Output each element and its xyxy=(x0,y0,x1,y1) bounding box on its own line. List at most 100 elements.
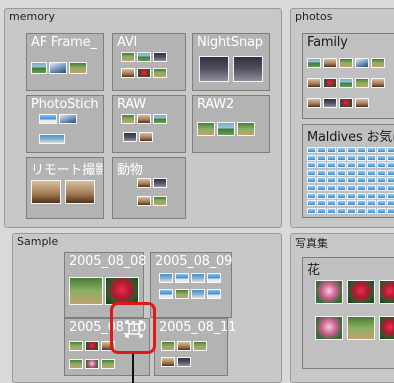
thumbnail[interactable] xyxy=(339,58,353,68)
thumbnail[interactable] xyxy=(191,289,205,299)
folder-nightsnap[interactable]: NightSnap xyxy=(192,33,270,91)
thumbnail[interactable] xyxy=(191,273,205,283)
thumbnail[interactable] xyxy=(387,154,394,161)
thumbnail[interactable] xyxy=(59,114,77,124)
thumbnail[interactable] xyxy=(307,200,316,207)
thumbnail[interactable] xyxy=(317,192,326,199)
thumbnail[interactable] xyxy=(307,78,321,88)
thumbnail[interactable] xyxy=(377,177,386,184)
thumbnail[interactable] xyxy=(177,341,191,351)
thumbnail[interactable] xyxy=(367,200,376,207)
thumbnail[interactable] xyxy=(307,169,316,176)
thumbnail[interactable] xyxy=(347,192,356,199)
thumbnail[interactable] xyxy=(193,341,207,351)
thumbnail[interactable] xyxy=(357,200,366,207)
thumbnail[interactable] xyxy=(39,134,65,144)
thumbnail[interactable] xyxy=(367,207,376,214)
thumbnail[interactable] xyxy=(337,207,346,214)
thumbnail[interactable] xyxy=(337,147,346,153)
thumbnail[interactable] xyxy=(323,58,337,68)
thumbnail[interactable] xyxy=(379,316,394,340)
thumbnail[interactable] xyxy=(137,196,151,206)
thumbnail[interactable] xyxy=(69,341,83,351)
thumbnail[interactable] xyxy=(327,147,336,153)
thumbnail[interactable] xyxy=(337,200,346,207)
thumbnail[interactable] xyxy=(355,98,369,108)
thumbnail[interactable] xyxy=(347,169,356,176)
thumbnail[interactable] xyxy=(317,162,326,169)
thumbnail[interactable] xyxy=(387,169,394,176)
thumbnail[interactable] xyxy=(387,162,394,169)
thumbnail[interactable] xyxy=(367,192,376,199)
thumbnail[interactable] xyxy=(153,114,167,124)
thumbnail[interactable] xyxy=(31,62,47,74)
thumbnail[interactable] xyxy=(153,178,167,188)
thumbnail[interactable] xyxy=(105,277,139,305)
thumbnail[interactable] xyxy=(323,78,337,88)
thumbnail[interactable] xyxy=(207,273,221,283)
thumbnail[interactable] xyxy=(327,192,336,199)
thumbnail[interactable] xyxy=(387,192,394,199)
thumbnail[interactable] xyxy=(387,147,394,153)
thumbnail[interactable] xyxy=(337,162,346,169)
thumbnail[interactable] xyxy=(327,185,336,191)
thumbnail[interactable] xyxy=(367,169,376,176)
folder-flowers[interactable]: 花 xyxy=(302,257,394,369)
thumbnail[interactable] xyxy=(307,98,321,108)
thumbnail[interactable] xyxy=(367,154,376,161)
thumbnail[interactable] xyxy=(327,169,336,176)
folder-af-frame[interactable]: AF Frame_ xyxy=(26,33,104,91)
thumbnail[interactable] xyxy=(307,58,321,68)
thumbnail[interactable] xyxy=(377,185,386,191)
thumbnail[interactable] xyxy=(387,177,394,184)
thumbnail[interactable] xyxy=(327,200,336,207)
thumbnail[interactable] xyxy=(355,58,369,68)
thumbnail[interactable] xyxy=(153,68,167,78)
thumbnail[interactable] xyxy=(317,200,326,207)
thumbnail[interactable] xyxy=(159,273,173,283)
folder-2005-08-09[interactable]: 2005_08_09 xyxy=(150,252,232,318)
thumbnail[interactable] xyxy=(159,289,173,299)
thumbnail[interactable] xyxy=(377,162,386,169)
thumbnail[interactable] xyxy=(357,177,366,184)
thumbnail[interactable] xyxy=(307,207,316,214)
thumbnail[interactable] xyxy=(307,154,316,161)
thumbnail[interactable] xyxy=(65,180,95,204)
thumbnail[interactable] xyxy=(337,177,346,184)
folder-maldives[interactable]: Maldives お気に xyxy=(302,124,394,218)
thumbnail[interactable] xyxy=(355,78,369,88)
thumbnail[interactable] xyxy=(307,192,316,199)
thumbnail[interactable] xyxy=(49,62,67,74)
thumbnail[interactable] xyxy=(347,154,356,161)
folder-raw[interactable]: RAW xyxy=(112,95,186,153)
thumbnail[interactable] xyxy=(387,200,394,207)
thumbnail[interactable] xyxy=(347,316,375,340)
thumbnail[interactable] xyxy=(139,132,153,142)
thumbnail[interactable] xyxy=(377,169,386,176)
thumbnail[interactable] xyxy=(377,200,386,207)
thumbnail[interactable] xyxy=(327,154,336,161)
thumbnail[interactable] xyxy=(317,169,326,176)
thumbnail[interactable] xyxy=(367,185,376,191)
thumbnail[interactable] xyxy=(85,341,99,351)
thumbnail[interactable] xyxy=(161,341,175,351)
thumbnail[interactable] xyxy=(337,192,346,199)
thumbnail[interactable] xyxy=(315,316,343,340)
thumbnail[interactable] xyxy=(315,280,343,304)
thumbnail[interactable] xyxy=(199,56,229,82)
thumbnail[interactable] xyxy=(347,200,356,207)
thumbnail[interactable] xyxy=(137,114,151,124)
thumbnail[interactable] xyxy=(377,207,386,214)
folder-avi[interactable]: AVI xyxy=(112,33,186,91)
thumbnail[interactable] xyxy=(347,207,356,214)
thumbnail[interactable] xyxy=(101,359,115,369)
thumbnail[interactable] xyxy=(307,177,316,184)
thumbnail[interactable] xyxy=(153,196,167,206)
thumbnail[interactable] xyxy=(69,62,87,74)
thumbnail[interactable] xyxy=(339,98,353,108)
thumbnail[interactable] xyxy=(357,162,366,169)
thumbnail[interactable] xyxy=(357,207,366,214)
thumbnail[interactable] xyxy=(317,177,326,184)
thumbnail[interactable] xyxy=(357,169,366,176)
thumbnail[interactable] xyxy=(217,122,235,136)
